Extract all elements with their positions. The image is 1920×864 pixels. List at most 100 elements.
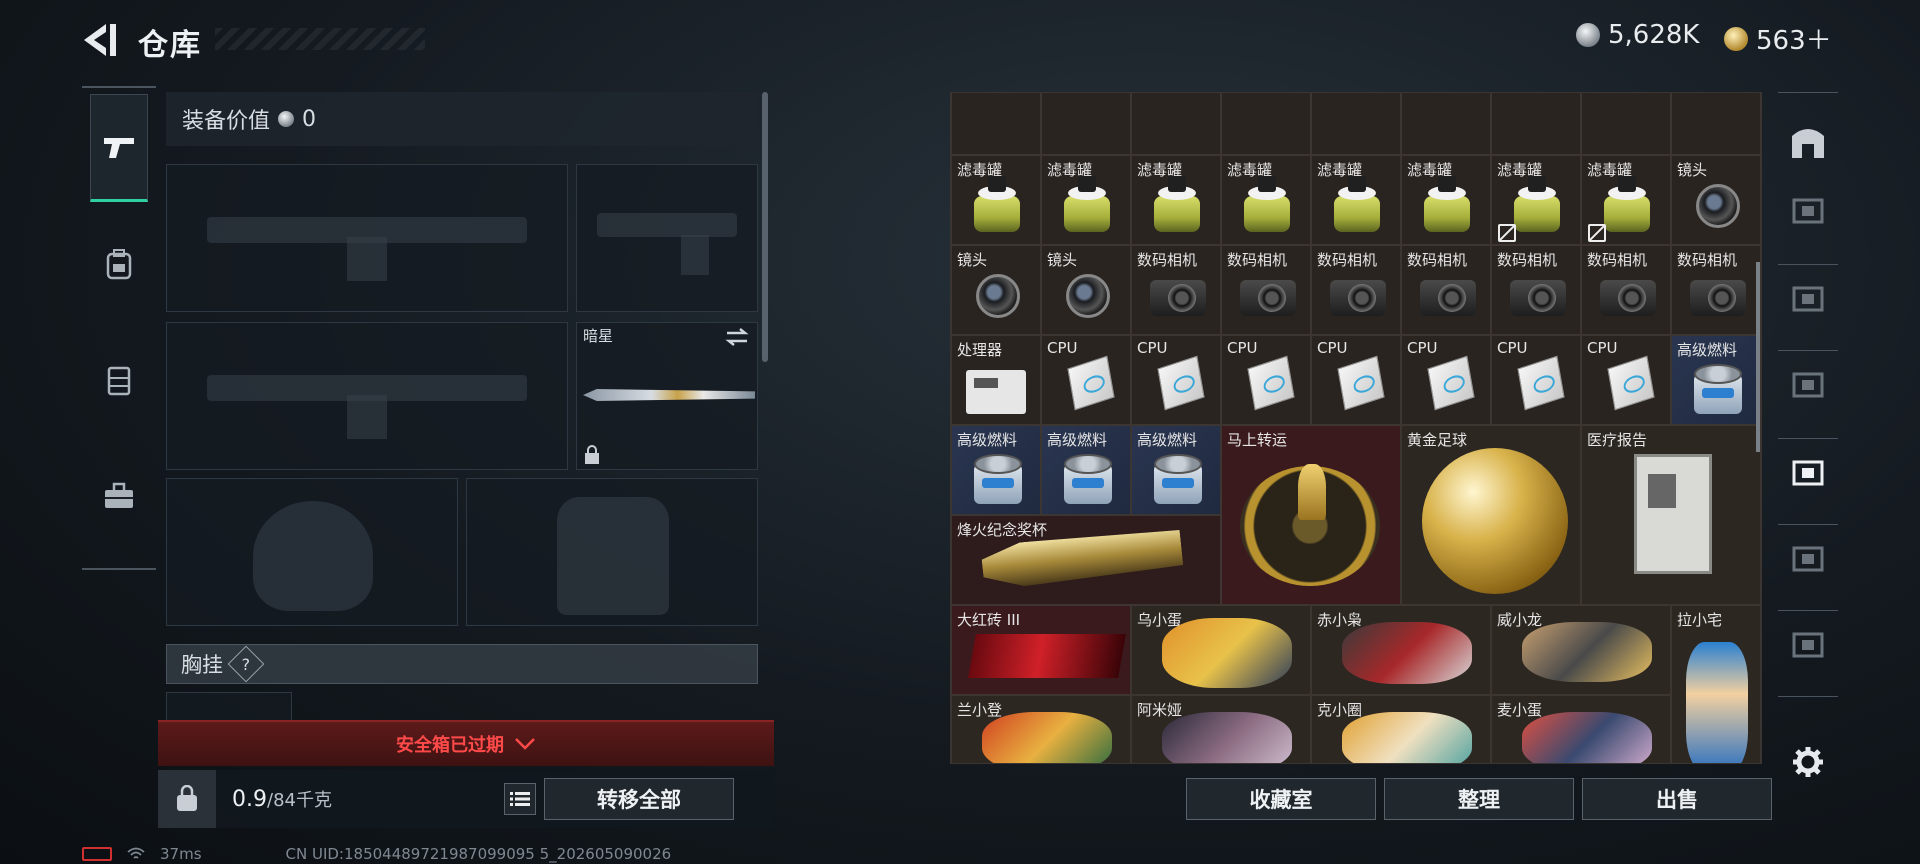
item-filter-canister[interactable]: 滤毒罐	[1401, 155, 1491, 245]
collection-room-button[interactable]: 收藏室	[1186, 778, 1376, 820]
item-digital-camera[interactable]: 数码相机	[1671, 245, 1761, 335]
gear-icon	[1793, 747, 1823, 777]
filter-canister-icon	[1064, 196, 1110, 232]
rifle-grip	[347, 237, 387, 281]
stash-scrollbar[interactable]	[1756, 262, 1760, 452]
nav-weapons[interactable]	[90, 94, 148, 202]
stash-page-1[interactable]	[1784, 118, 1832, 166]
red-brick-icon	[968, 634, 1126, 678]
nav-backpack[interactable]	[90, 210, 148, 318]
item-ke-xiaoquan[interactable]: 克小圈	[1311, 695, 1491, 763]
item-golden-football[interactable]: 黄金足球	[1401, 425, 1581, 605]
figure-icon	[1162, 712, 1292, 763]
secondary-weapon-slot[interactable]	[166, 322, 568, 470]
equipment-panel: 装备价值 0 暗星 胸挂 ? 安全箱已过期 0.9 /84千克 转移全部	[158, 92, 774, 832]
primary-weapon-slot[interactable]	[166, 164, 568, 312]
sell-button[interactable]: 出售	[1582, 778, 1772, 820]
item-cpu[interactable]: CPU	[1041, 335, 1131, 425]
grid-cell[interactable]	[1221, 93, 1311, 155]
item-premium-fuel[interactable]: 高级燃料	[951, 425, 1041, 515]
armor-slot[interactable]	[466, 478, 758, 626]
item-cpu[interactable]: CPU	[1311, 335, 1401, 425]
stash-page-6[interactable]	[1784, 534, 1832, 582]
stash-page-7[interactable]	[1784, 620, 1832, 668]
item-digital-camera[interactable]: 数码相机	[1401, 245, 1491, 335]
silver-amount: 5,628K	[1608, 20, 1700, 50]
item-filter-canister[interactable]: 滤毒罐	[1041, 155, 1131, 245]
item-premium-fuel[interactable]: 高级燃料	[1131, 425, 1221, 515]
item-digital-camera[interactable]: 数码相机	[1491, 245, 1581, 335]
list-view-button[interactable]	[503, 783, 536, 815]
item-filter-canister[interactable]: 滤毒罐	[951, 155, 1041, 245]
item-cpu[interactable]: CPU	[1491, 335, 1581, 425]
item-premium-fuel[interactable]: 高级燃料	[1041, 425, 1131, 515]
back-button[interactable]	[78, 18, 118, 62]
item-wei-xiaolong[interactable]: 威小龙	[1491, 605, 1671, 695]
sidearm-slot[interactable]	[576, 164, 758, 312]
item-mai-xiaodan[interactable]: 麦小蛋	[1491, 695, 1671, 763]
item-chi-xiaoxiao[interactable]: 赤小枭	[1311, 605, 1491, 695]
grid-cell[interactable]	[1491, 93, 1581, 155]
weight-bar: 0.9 /84千克 转移全部	[158, 770, 774, 828]
stash-page-3[interactable]	[1784, 274, 1832, 322]
item-lens[interactable]: 镜头	[1671, 155, 1761, 245]
item-cpu[interactable]: CPU	[1581, 335, 1671, 425]
item-cpu[interactable]: CPU	[1221, 335, 1311, 425]
figure-icon	[982, 712, 1112, 763]
item-amiya[interactable]: 阿米娅	[1131, 695, 1311, 763]
chest-rig-label: 胸挂	[181, 653, 223, 677]
equipment-value-header: 装备价值 0	[166, 92, 758, 146]
nav-vest[interactable]	[90, 326, 148, 434]
item-fenghuo-trophy[interactable]: 烽火纪念奖杯	[951, 515, 1221, 605]
item-lens[interactable]: 镜头	[951, 245, 1041, 335]
title-decoration	[215, 28, 425, 50]
grid-cell[interactable]	[1131, 93, 1221, 155]
item-premium-fuel[interactable]: 高级燃料	[1671, 335, 1761, 425]
item-filter-canister[interactable]: 滤毒罐	[1581, 155, 1671, 245]
item-filter-canister[interactable]: 滤毒罐	[1311, 155, 1401, 245]
pistol-silhouette-icon	[597, 213, 737, 237]
item-digital-camera[interactable]: 数码相机	[1221, 245, 1311, 335]
item-digital-camera[interactable]: 数码相机	[1311, 245, 1401, 335]
item-big-red-brick[interactable]: 大红砖 III	[951, 605, 1131, 695]
grid-cell[interactable]	[1401, 93, 1491, 155]
organize-button[interactable]: 整理	[1384, 778, 1574, 820]
storage-box-icon	[1792, 198, 1824, 224]
item-lan-xiaodeng[interactable]: 兰小登	[951, 695, 1131, 763]
knife-icon	[583, 389, 755, 401]
settings-button[interactable]	[1784, 738, 1832, 786]
item-filter-canister[interactable]: 滤毒罐	[1221, 155, 1311, 245]
pistol-icon	[104, 138, 134, 158]
item-mashang-zhuanyun[interactable]: 马上转运	[1221, 425, 1401, 605]
transfer-all-button[interactable]: 转移全部	[543, 778, 734, 820]
stash-page-2[interactable]	[1784, 186, 1832, 234]
grid-cell[interactable]	[1581, 93, 1671, 155]
help-icon[interactable]: ?	[227, 645, 265, 683]
item-digital-camera[interactable]: 数码相机	[1581, 245, 1671, 335]
swap-icon[interactable]	[725, 327, 749, 347]
chevron-down-icon	[515, 738, 535, 750]
safebox-expired-banner[interactable]: 安全箱已过期	[158, 720, 774, 766]
nav-toolbox[interactable]	[90, 442, 148, 550]
item-wu-xiaodan[interactable]: 乌小蛋	[1131, 605, 1311, 695]
item-processor[interactable]: 处理器	[951, 335, 1041, 425]
grid-cell[interactable]	[1311, 93, 1401, 155]
stash-page-4[interactable]	[1784, 360, 1832, 408]
equipment-scrollbar[interactable]	[762, 92, 768, 362]
item-lens[interactable]: 镜头	[1041, 245, 1131, 335]
item-cpu[interactable]: CPU	[1401, 335, 1491, 425]
grid-cell[interactable]	[951, 93, 1041, 155]
stash-page-5[interactable]	[1784, 448, 1832, 496]
helmet-slot[interactable]	[166, 478, 458, 626]
item-filter-canister[interactable]: 滤毒罐	[1131, 155, 1221, 245]
grid-cell[interactable]	[1041, 93, 1131, 155]
melee-slot[interactable]: 暗星	[576, 322, 758, 470]
item-medical-report[interactable]: 医疗报告	[1581, 425, 1761, 605]
grid-cell[interactable]	[1671, 93, 1761, 155]
item-filter-canister[interactable]: 滤毒罐	[1491, 155, 1581, 245]
gold-currency[interactable]: 563＋	[1724, 20, 1832, 57]
item-la-xiaozhai[interactable]: 拉小宅	[1671, 605, 1761, 763]
item-cpu[interactable]: CPU	[1131, 335, 1221, 425]
chest-rig-slot[interactable]	[166, 692, 292, 722]
item-digital-camera[interactable]: 数码相机	[1131, 245, 1221, 335]
